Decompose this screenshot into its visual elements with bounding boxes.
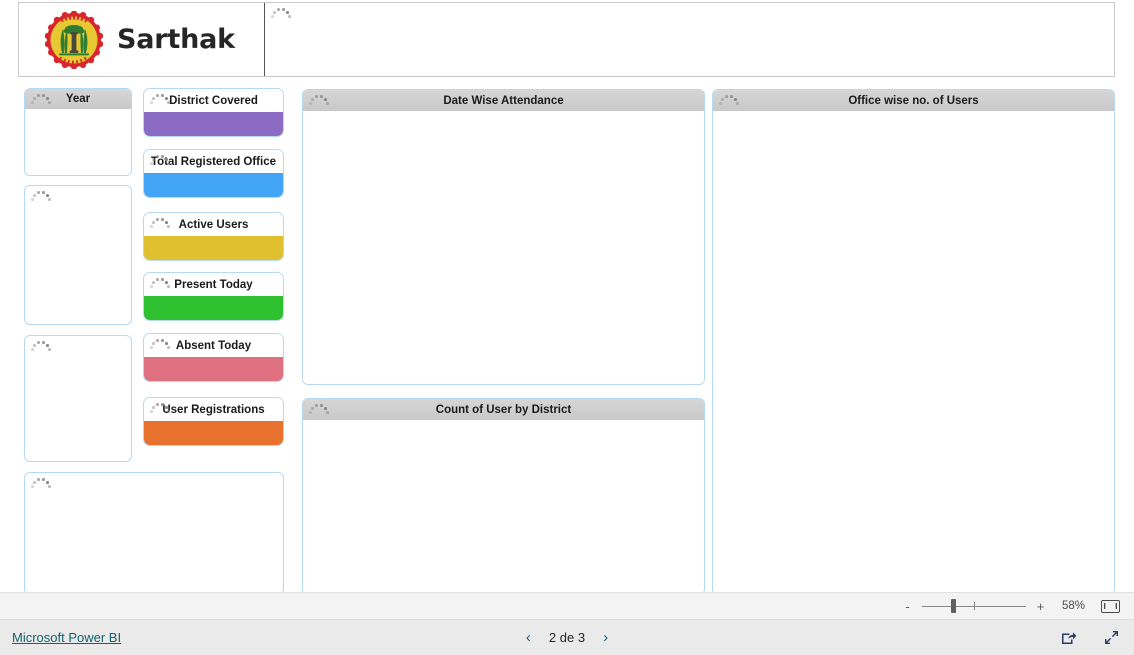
count-of-user-by-district-chart[interactable]: Count of User by District <box>302 398 705 595</box>
chart-title: Count of User by District <box>303 399 704 420</box>
zoom-slider-handle[interactable] <box>951 599 956 613</box>
kpi-card-absent-today[interactable]: Absent Today <box>143 333 284 382</box>
kpi-label: Absent Today <box>144 334 283 357</box>
page-indicator-label: 2 de 3 <box>548 630 586 645</box>
zoom-out-button[interactable]: - <box>902 600 913 613</box>
footer-action-icons <box>1060 629 1120 646</box>
loading-spinner-icon <box>270 7 292 20</box>
zoom-slider[interactable] <box>922 599 1026 613</box>
microsoft-power-bi-link[interactable]: Microsoft Power BI <box>12 630 121 645</box>
slicer-3[interactable] <box>24 335 132 462</box>
kpi-label: Active Users <box>144 213 283 236</box>
slicer-4[interactable] <box>24 472 284 595</box>
chart-plot-area[interactable] <box>303 111 704 384</box>
chart-title: Date Wise Attendance <box>303 90 704 111</box>
kpi-color-bar <box>144 296 283 320</box>
loading-spinner-icon <box>30 477 52 490</box>
brand-block: Sarthak <box>19 3 265 76</box>
zoom-slider-tick <box>974 602 976 610</box>
kpi-card-user-registrations[interactable]: User Registrations <box>143 397 284 446</box>
kpi-card-district-covered[interactable]: District Covered <box>143 88 284 137</box>
kpi-card-present-today[interactable]: Present Today <box>143 272 284 321</box>
page-navigation: ‹ 2 de 3 › <box>526 630 608 645</box>
zoom-status-bar: - + 58% <box>0 592 1134 620</box>
loading-spinner-icon <box>30 190 52 203</box>
zoom-percent-label: 58% <box>1061 600 1085 612</box>
fit-to-page-icon[interactable] <box>1101 599 1120 613</box>
kpi-card-active-users[interactable]: Active Users <box>143 212 284 261</box>
report-canvas: Sarthak Year District Covered Total Regi… <box>0 0 1134 595</box>
fullscreen-icon[interactable] <box>1103 629 1120 646</box>
kpi-label: Total Registered Office <box>144 150 283 173</box>
kpi-color-bar <box>144 173 283 197</box>
next-page-chevron-icon[interactable]: › <box>603 630 608 645</box>
office-wise-no-of-users-chart[interactable]: Office wise no. of Users <box>712 89 1115 595</box>
madhya-pradesh-government-emblem-icon <box>45 10 103 69</box>
brand-title: Sarthak <box>117 24 235 55</box>
kpi-label: User Registrations <box>144 398 283 421</box>
report-header: Sarthak <box>18 2 1115 77</box>
slicer-2[interactable] <box>24 185 132 325</box>
share-icon[interactable] <box>1060 629 1077 646</box>
kpi-label: District Covered <box>144 89 283 112</box>
kpi-label: Present Today <box>144 273 283 296</box>
kpi-card-total-registered-office[interactable]: Total Registered Office <box>143 149 284 198</box>
year-slicer-title: Year <box>25 89 131 109</box>
header-blank-visual[interactable] <box>265 3 1114 76</box>
loading-spinner-icon <box>30 340 52 353</box>
power-bi-report-viewer: Sarthak Year District Covered Total Regi… <box>0 0 1134 655</box>
year-slicer-body[interactable] <box>25 109 131 175</box>
year-slicer[interactable]: Year <box>24 88 132 176</box>
previous-page-chevron-icon[interactable]: ‹ <box>526 630 531 645</box>
chart-title: Office wise no. of Users <box>713 90 1114 111</box>
kpi-color-bar <box>144 112 283 136</box>
date-wise-attendance-chart[interactable]: Date Wise Attendance <box>302 89 705 385</box>
kpi-color-bar <box>144 357 283 381</box>
chart-plot-area[interactable] <box>713 111 1114 594</box>
kpi-color-bar <box>144 421 283 445</box>
report-footer: Microsoft Power BI ‹ 2 de 3 › <box>0 620 1134 655</box>
chart-plot-area[interactable] <box>303 420 704 594</box>
zoom-in-button[interactable]: + <box>1035 600 1046 613</box>
kpi-color-bar <box>144 236 283 260</box>
